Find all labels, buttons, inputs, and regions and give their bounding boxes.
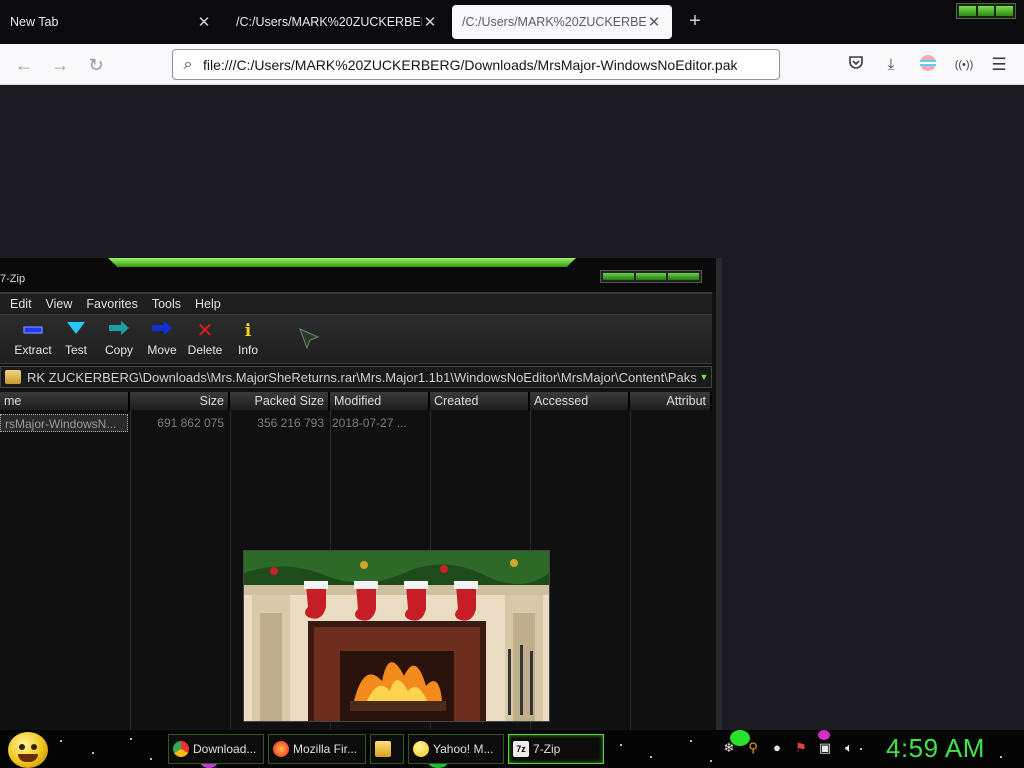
close-tab-icon[interactable]: ✕ [646,13,662,31]
fireplace-image [243,550,550,722]
yahoo-messenger-icon [413,741,429,757]
cell-attributes [628,414,710,432]
cursor-icon [298,327,322,351]
cell-created [428,414,528,432]
taskbar: Download... Mozilla Fir... Yahoo! M... 7… [0,730,1024,768]
info-icon: i [244,321,252,341]
test-icon [53,319,99,343]
menu-view[interactable]: View [46,297,73,311]
move-button[interactable]: Move [139,319,185,361]
snowflake-icon[interactable]: ❄ [720,739,738,757]
start-button[interactable] [8,732,48,768]
menu-edit[interactable]: Edit [10,297,32,311]
taskbar-item-folder[interactable] [370,734,404,764]
column-headers: me Size Packed Size Modified Created Acc… [0,392,712,410]
col-created[interactable]: Created [430,392,530,410]
chrome-icon [173,741,189,757]
browser-navigation-bar: ← → ↻ ⌕ file:///C:/Users/MARK%20ZUCKERBE… [0,44,1024,85]
address-bar[interactable]: ⌕ file:///C:/Users/MARK%20ZUCKERBERG/Dow… [172,49,780,80]
chat-icon[interactable]: ● [768,739,786,757]
firefox-icon [273,741,289,757]
cell-name: rsMajor-WindowsN... [0,414,128,432]
taskbar-label: Yahoo! M... [433,742,494,756]
copy-icon [96,319,142,343]
7zip-icon: 7z [513,741,529,757]
tab-downloads-2-active[interactable]: /C:/Users/MARK%20ZUCKERBERG/Downloads ✕ [452,5,672,39]
col-size[interactable]: Size [130,392,230,410]
search-icon[interactable]: ⚲ [744,739,762,757]
back-icon[interactable]: ← [13,54,35,76]
close-tab-icon[interactable]: ✕ [196,13,212,31]
tab-label: /C:/Users/MARK%20ZUCKERBERG/Downloads [236,15,422,29]
tab-downloads-1[interactable]: /C:/Users/MARK%20ZUCKERBERG/Downloads ✕ [226,5,448,39]
toolbar-label: Copy [104,343,133,357]
toolbar-label: Move [147,343,177,357]
info-button[interactable]: i Info [225,319,271,361]
test-button[interactable]: Test [53,319,99,361]
tab-new-tab[interactable]: New Tab ✕ [0,5,222,39]
extension-icon[interactable]: ((•)) [953,54,975,76]
close-tab-icon[interactable]: ✕ [422,13,438,31]
cell-size: 691 862 075 [157,416,224,430]
taskbar-clock[interactable]: 4:59 AM [886,733,985,764]
taskbar-item-downloads[interactable]: Download... [168,734,264,764]
taskbar-item-yahoo-messenger[interactable]: Yahoo! M... [408,734,504,764]
menu-bar: Edit View Favorites Tools Help [0,294,712,314]
browser-tab-strip: New Tab ✕ /C:/Users/MARK%20ZUCKERBERG/Do… [0,0,1024,44]
title-accent [108,258,576,267]
menu-tools[interactable]: Tools [152,297,181,311]
col-packed-size[interactable]: Packed Size [230,392,330,410]
menu-favorites[interactable]: Favorites [86,297,137,311]
toolbar-label: Delete [187,343,223,357]
network-icon[interactable]: ▣ [816,739,834,757]
table-row[interactable]: rsMajor-WindowsN... 691 862 075 356 216 … [0,414,712,432]
move-icon [139,319,185,343]
toolbar-label: Info [237,343,258,357]
title-bar[interactable]: 7-Zip [0,258,716,292]
path-text[interactable]: RK ZUCKERBERG\Downloads\Mrs.MajorSheRetu… [27,370,697,385]
tab-label: New Tab [10,15,59,29]
window-title: 7-Zip [0,273,26,285]
taskbar-item-7zip[interactable]: 7z 7-Zip [508,734,604,764]
cell-accessed [528,414,628,432]
taskbar-item-firefox[interactable]: Mozilla Fir... [268,734,366,764]
taskbar-label: 7-Zip [533,742,561,756]
menu-help[interactable]: Help [195,297,221,311]
delete-button[interactable]: ✕ Delete [182,319,228,361]
plus-icon[interactable]: + [684,10,706,32]
desktop: New Tab ✕ /C:/Users/MARK%20ZUCKERBERG/Do… [0,0,1024,768]
col-name[interactable]: me [0,392,130,410]
copy-button[interactable]: Copy [96,319,142,361]
tab-label: /C:/Users/MARK%20ZUCKERBERG/Downloads [462,15,646,29]
toolbar: Extract Test Copy Move ✕ Delete i Info [0,314,712,364]
menu-icon[interactable]: ☰ [988,54,1010,76]
taskbar-label: Download... [193,742,257,756]
network-error-icon[interactable]: ⚑ [792,739,810,757]
taskbar-label: Mozilla Fir... [293,742,358,756]
window-controls[interactable] [600,270,702,283]
cell-packed: 356 216 793 [257,416,324,430]
extract-icon [10,319,56,343]
account-icon[interactable] [917,54,939,76]
forward-icon[interactable]: → [49,54,71,76]
dropdown-arrow-icon[interactable]: ▼ [697,372,711,382]
toolbar-label: Extract [14,343,52,357]
extract-button[interactable]: Extract [10,319,56,361]
folder-icon [5,370,21,384]
volume-icon[interactable]: 🔈︎ [840,739,858,757]
address-path-bar[interactable]: RK ZUCKERBERG\Downloads\Mrs.MajorSheRetu… [0,366,712,388]
folder-icon [375,741,391,757]
download-icon[interactable]: ⤓ [880,54,902,76]
col-accessed[interactable]: Accessed [530,392,630,410]
col-modified[interactable]: Modified [330,392,430,410]
col-attributes[interactable]: Attribut [630,392,712,410]
pocket-icon[interactable] [845,54,867,76]
search-icon: ⌕ [183,55,193,73]
url-text[interactable]: file:///C:/Users/MARK%20ZUCKERBERG/Downl… [203,57,737,73]
toolbar-label: Test [64,343,87,357]
cell-modified: 2018-07-27 ... [332,416,407,430]
reload-icon[interactable]: ↻ [85,54,107,76]
window-controls[interactable] [956,3,1016,19]
delete-icon: ✕ [196,320,214,342]
